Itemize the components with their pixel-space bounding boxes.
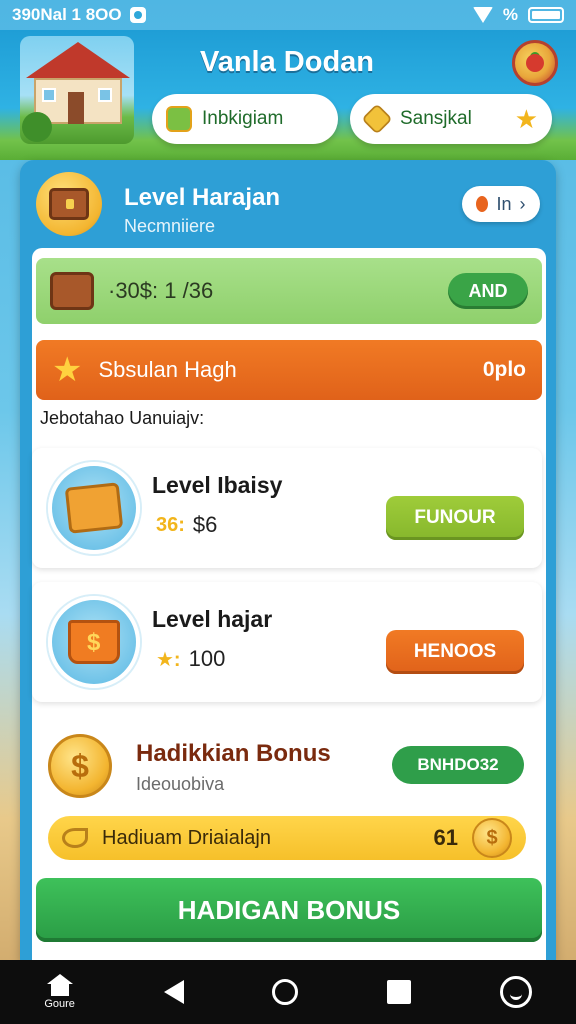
level-card-price-value: 100 [188, 646, 226, 671]
level-card-price: 36: $6 [156, 512, 217, 538]
home-icon [46, 974, 73, 996]
square-icon [386, 980, 411, 1004]
level-card-name: Level Ibaisy [152, 472, 283, 498]
nav-recents[interactable] [386, 980, 411, 1004]
currency-pill-right-label: Sansjkal [400, 108, 472, 129]
status-time: 390Nal 1 8OO [12, 5, 122, 24]
level-title: Level Harajan [124, 184, 281, 211]
battery-icon [528, 7, 564, 23]
level-card-name: Level hajar [152, 606, 273, 632]
wifi-icon [472, 7, 493, 23]
status-bar: 390Nal 1 8OO % [0, 0, 576, 30]
nav-back[interactable] [163, 980, 184, 1004]
leaf-icon [476, 196, 489, 212]
nav-assistant[interactable] [499, 976, 532, 1008]
panel-body: ·30$: 1 /36 AND ★ Sbsulan Hagh 0plo Jebo… [32, 248, 546, 960]
bonus-card: $ Hadikkian Bonus Ideouobiva BNHDO32 Had… [32, 718, 542, 868]
highlight-label: Sbsulan Hagh [98, 357, 237, 382]
bonus-bar-label: Hadiuam Driaialajn [102, 826, 271, 849]
dollar-coin-icon: $ [472, 818, 512, 858]
crate-icon [64, 482, 124, 534]
nav-home-label: Goure [44, 998, 75, 1010]
star-icon: ★ [514, 104, 538, 134]
level-card-price: ★: 100 [156, 646, 225, 672]
house-door [68, 92, 84, 124]
crate-art [48, 462, 140, 554]
main-panel: Level Harajan Necmniiere In › ·30$: 1 /3… [20, 160, 556, 960]
in-button-label: In [496, 193, 512, 214]
fruit-badge-icon[interactable] [512, 40, 558, 86]
currency-pill-left[interactable]: Inbkigiam [152, 94, 338, 144]
smile-icon [499, 976, 532, 1008]
bonus-bar-count: 61 [433, 825, 458, 850]
bonus-title: Hadikkian Bonus [136, 740, 331, 767]
navigation-bar: Goure [0, 960, 576, 1024]
in-button[interactable]: In › [462, 186, 540, 222]
house-avatar[interactable] [20, 36, 134, 144]
bonus-code-button[interactable]: BNHDO32 [392, 746, 524, 784]
house-window [98, 88, 112, 102]
data-icon: % [502, 5, 518, 24]
currency-pill-left-label: Inbkigiam [202, 108, 284, 129]
apple-icon [526, 54, 544, 72]
level-subtitle: Necmniiere [124, 216, 216, 236]
toy-icon [166, 106, 192, 132]
section-label: Jebotahao Uanuiajv: [40, 408, 205, 428]
chest-box [49, 188, 89, 220]
house-window [42, 88, 56, 102]
back-icon [163, 980, 184, 1004]
nav-home[interactable]: Goure [44, 974, 75, 1010]
funour-button[interactable]: FUNOUR [386, 496, 524, 540]
level-card: Level hajar ★: 100 HENOOS [32, 582, 542, 702]
level-card: Level Ibaisy 36: $6 FUNOUR [32, 448, 542, 568]
tree-icon [22, 112, 52, 142]
app-title: Vanla Dodan [199, 46, 375, 78]
hadigan-bonus-button[interactable]: HADIGAN BONUS [36, 878, 542, 942]
house-roof [26, 42, 130, 78]
circle-icon [272, 979, 299, 1005]
highlight-value: 0plo [482, 358, 526, 381]
henoos-button[interactable]: HENOOS [386, 630, 524, 674]
star-icon: ★: [156, 648, 181, 671]
basket-icon [68, 620, 120, 664]
progress-row: ·30$: 1 /36 AND [36, 258, 542, 324]
panel-header: Level Harajan Necmniiere In › [20, 160, 556, 246]
coin-icon: 36: [156, 513, 185, 536]
gem-icon [361, 103, 393, 135]
basket-art [48, 596, 140, 688]
bonus-subtitle: Ideouobiva [136, 774, 225, 794]
and-button[interactable]: AND [448, 273, 528, 309]
dollar-coin-icon: $ [48, 734, 112, 798]
star-icon: ★ [52, 351, 83, 389]
notification-icon [129, 7, 146, 23]
bonus-progress-bar[interactable]: Hadiuam Driaialajn 61 $ [48, 816, 526, 860]
progress-value: ·30$: 1 /36 [108, 278, 214, 303]
chevron-right-icon: › [519, 193, 526, 214]
level-card-price-value: $6 [192, 512, 218, 537]
treasure-chest-icon [36, 172, 102, 236]
highlight-bar[interactable]: ★ Sbsulan Hagh 0plo [36, 340, 542, 400]
nav-home-circle[interactable] [272, 979, 299, 1005]
currency-pill-right[interactable]: Sansjkal ★ [350, 94, 552, 144]
chest-icon [50, 272, 94, 310]
key-icon [62, 828, 88, 848]
